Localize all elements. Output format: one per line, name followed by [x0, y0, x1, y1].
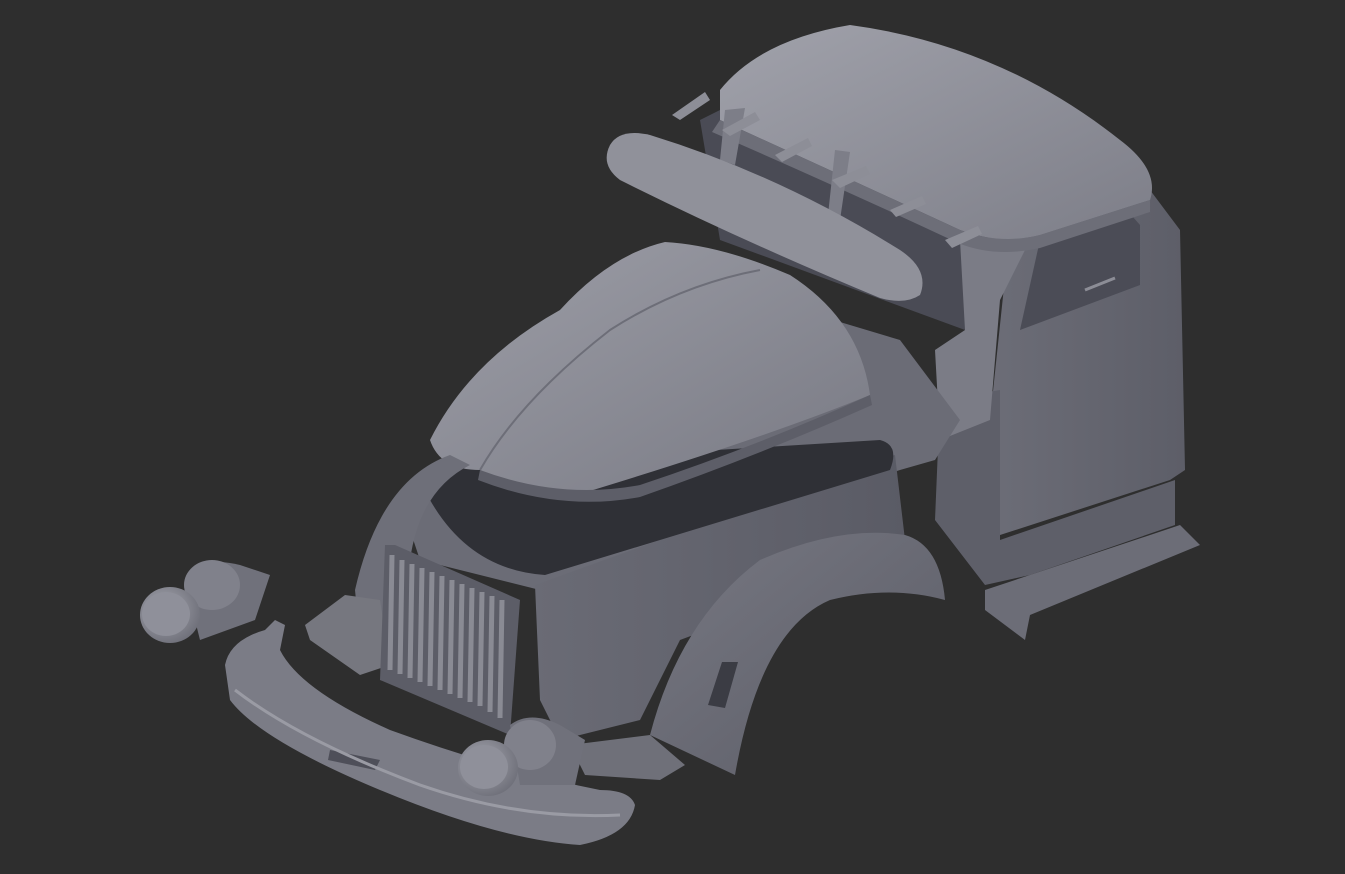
- truck-cab-model: [140, 25, 1200, 845]
- headlight-right-icon: [458, 717, 585, 796]
- splash-apron: [305, 595, 390, 675]
- headlight-left-icon: [140, 560, 270, 643]
- 3d-viewport[interactable]: [0, 0, 1345, 874]
